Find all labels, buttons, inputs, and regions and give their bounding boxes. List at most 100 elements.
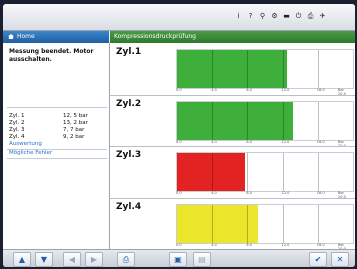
section-title: Kompressionsdruckprüfung [114,33,196,40]
reading-row: Zyl. 3 7, 7 bar [9,127,101,134]
tick-label: 4.0 [211,242,217,247]
chart-panel: Zyl.10.04.08.012.016.0Bar 20.0Zyl.20.04.… [110,43,355,251]
left-panel: Messung beendet. Motor ausschalten. Zyl.… [3,43,110,249]
tick-label: 0.0 [176,139,182,144]
grid-line [247,101,249,140]
save-icon[interactable]: ▣ [169,252,187,267]
arrow-right-icon[interactable]: ▶ [85,252,103,267]
cylinder-label: Zyl.3 [116,150,142,160]
tick-label: 12.0 [281,191,290,195]
tick-label: 16.0 [316,191,325,195]
section-header: Kompressionsdruckprüfung [110,31,355,43]
arrow-left-icon[interactable]: ◀ [63,252,81,267]
bar-track [176,49,354,89]
grid-line [212,153,214,191]
filter-icon[interactable]: ⚲ [259,12,266,21]
tick-label: 0.0 [176,88,182,92]
grid-line [317,153,319,191]
tick-label: 8.0 [246,139,252,144]
grid-line [212,50,214,88]
readings-list: Zyl. 1 12, 5 bar Zyl. 2 13, 2 bar Zyl. 3 7,… [9,113,101,141]
grid-line [247,204,249,243]
cylinder-label: Zyl.1 [116,47,142,57]
pressure-bar [177,153,245,191]
chart-icon[interactable]: ▤ [193,252,211,267]
grid-line [282,101,284,140]
grid-line [282,153,284,191]
tick-label: 12.0 [281,242,290,247]
tick-label: 0.0 [176,242,182,247]
home-label: Home [17,33,35,40]
grid-line [247,50,249,88]
help-icon[interactable]: ? [247,12,254,21]
tick-labels: 0.04.08.012.016.0Bar 20.0 [176,191,352,199]
device-screen: i ? ⚲ ⚙ ▬ ⏻ ⎙ ✈ Home Kompressionsdruckpr… [3,4,355,267]
top-toolbar: i ? ⚲ ⚙ ▬ ⏻ ⎙ ✈ [3,4,355,31]
settings-icon[interactable]: ⚙ [271,12,278,21]
reading-name: Zyl. 1 [9,113,25,119]
tick-label: 4.0 [211,139,217,144]
arrow-down-icon[interactable]: ▼ [35,252,53,267]
plug-icon: ⏻ [295,12,302,20]
home-header[interactable]: Home [3,31,109,43]
status-message: Messung beendet. Motor ausschalten. [9,48,94,63]
grid-line [212,204,214,243]
pressure-bar [177,101,294,140]
cylinder-label: Zyl.2 [116,98,142,109]
print-button-icon[interactable]: ⎙ [117,252,135,267]
reading-row: Zyl. 2 13, 2 bar [9,120,101,127]
info-icon[interactable]: i [235,12,242,21]
grid-line [282,50,284,88]
tick-label: 16.0 [316,242,325,247]
tick-label: 4.0 [211,191,217,195]
grid-line [317,204,319,243]
tick-label: 8.0 [246,88,252,92]
reading-value: 9, 2 bar [63,134,85,140]
reading-value: 13, 2 bar [63,120,88,126]
grid-line [247,153,249,191]
cylinder-label: Zyl.4 [116,201,142,212]
tick-label: 8.0 [246,242,252,247]
cylinder-row: Zyl.40.04.08.012.016.0Bar 20.0 [110,198,355,251]
row-divider [110,197,355,199]
reading-row: Zyl. 1 12, 5 bar [9,113,101,120]
reading-name: Zyl. 3 [9,127,25,133]
pressure-bar [177,50,287,88]
reading-name: Zyl. 2 [9,120,25,126]
battery-icon: ▬ [283,12,290,20]
grid-line [317,101,319,140]
tick-labels: 0.04.08.012.016.0Bar 20.0 [176,88,352,96]
bar-track [176,100,354,141]
vehicle-icon[interactable]: ✈ [319,12,326,21]
divider [7,107,107,108]
cylinder-row: Zyl.10.04.08.012.016.0Bar 20.0 [110,43,355,96]
cylinder-row: Zyl.20.04.08.012.016.0Bar 20.0 [110,95,355,148]
possible-faults-link[interactable]: Mögliche Fehler [9,150,52,157]
pressure-bar [177,204,258,243]
tick-labels: 0.04.08.012.016.0Bar 20.0 [176,242,352,251]
reading-value: 7, 7 bar [63,127,85,133]
tick-label: 4.0 [211,88,217,92]
arrow-up-icon[interactable]: ▲ [13,252,31,267]
cylinder-row: Zyl.30.04.08.012.016.0Bar 20.0 [110,146,355,199]
confirm-icon[interactable]: ✔ [309,252,327,267]
reading-row: Zyl. 4 9, 2 bar [9,134,101,141]
tick-labels: 0.04.08.012.016.0Bar 20.0 [176,139,352,148]
close-icon[interactable]: ✕ [331,252,349,267]
reading-name: Zyl. 4 [9,134,25,140]
divider [7,158,107,159]
bottom-toolbar: ▲ ▼ ◀ ▶ ⎙ ▣ ▤ ✔ ✕ [3,249,355,267]
tick-label: 16.0 [316,88,325,92]
row-divider [110,94,355,96]
tick-label: 12.0 [281,139,290,144]
tick-label: 8.0 [246,191,252,195]
print-icon[interactable]: ⎙ [307,12,314,21]
bar-track [176,152,354,192]
bar-track [176,203,354,244]
grid-line [212,101,214,140]
row-divider [110,146,355,147]
reading-value: 12, 5 bar [63,113,88,119]
tick-label: 12.0 [281,88,290,92]
grid-line [317,50,319,88]
evaluation-link[interactable]: Auswertung [9,141,42,148]
